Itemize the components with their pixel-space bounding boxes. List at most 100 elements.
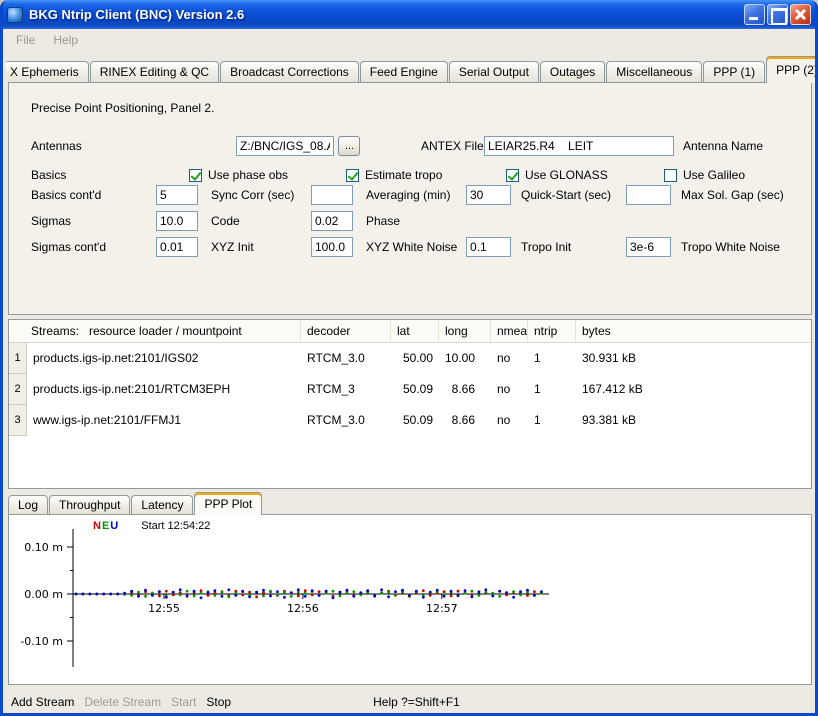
tab-ppp-plot[interactable]: PPP Plot xyxy=(194,492,262,515)
svg-text:12:56: 12:56 xyxy=(287,602,319,615)
cell-decoder: RTCM_3.0 xyxy=(301,343,391,374)
tab-throughput[interactable]: Throughput xyxy=(49,495,130,514)
cell-ntrip: 1 xyxy=(528,374,576,405)
xyz-init-label: XYZ Init xyxy=(211,237,254,257)
tab-outages[interactable]: Outages xyxy=(540,61,605,82)
use-phase-obs-label: Use phase obs xyxy=(208,168,288,182)
top-tab-bar: X Ephemeris RINEX Editing & QC Broadcast… xyxy=(8,56,812,82)
cell-ntrip: 1 xyxy=(528,343,576,374)
header-decoder: decoder xyxy=(301,320,391,342)
app-icon xyxy=(7,7,23,23)
averaging-label: Averaging (min) xyxy=(366,185,450,205)
xyz-white-noise-label: XYZ White Noise xyxy=(366,237,457,257)
cell-lat: 50.09 xyxy=(391,374,439,405)
row-number: 3 xyxy=(9,405,27,436)
use-phase-obs-checkbox[interactable] xyxy=(189,169,202,182)
stream-row[interactable]: 3 www.igs-ip.net:2101/FFMJ1 RTCM_3.0 50.… xyxy=(9,405,811,436)
tab-ppp-1[interactable]: PPP (1) xyxy=(703,61,765,82)
cell-bytes: 30.931 kB xyxy=(576,343,811,374)
sync-corr-input[interactable] xyxy=(156,185,198,205)
window-title: BKG Ntrip Client (BNC) Version 2.6 xyxy=(29,7,742,22)
header-bytes: bytes xyxy=(576,320,811,342)
bnc-window: BKG Ntrip Client (BNC) Version 2.6 File … xyxy=(0,0,818,716)
status-bar: Add Stream Delete Stream Start Stop Help… xyxy=(8,691,810,713)
header-ntrip: ntrip xyxy=(528,320,576,342)
start-button[interactable]: Start xyxy=(171,695,196,709)
cell-long: 10.00 xyxy=(439,343,491,374)
tab-broadcast-corrections[interactable]: Broadcast Corrections xyxy=(220,61,359,82)
sigmas-label: Sigmas xyxy=(31,211,71,231)
use-galileo-checkbox[interactable] xyxy=(664,169,677,182)
tab-serial-output[interactable]: Serial Output xyxy=(449,61,539,82)
header-lat: lat xyxy=(391,320,439,342)
stream-row[interactable]: 2 products.igs-ip.net:2101/RTCM3EPH RTCM… xyxy=(9,374,811,405)
sigma-code-label: Code xyxy=(211,211,240,231)
sigma-code-input[interactable] xyxy=(156,211,198,231)
menu-help[interactable]: Help xyxy=(44,31,87,49)
cell-mountpoint: products.igs-ip.net:2101/IGS02 xyxy=(27,343,301,374)
cell-nmea: no xyxy=(491,343,528,374)
estimate-tropo-checkbox[interactable] xyxy=(346,169,359,182)
header-mountpoint: Streams: resource loader / mountpoint xyxy=(9,320,301,342)
tab-feed-engine[interactable]: Feed Engine xyxy=(360,61,448,82)
title-bar[interactable]: BKG Ntrip Client (BNC) Version 2.6 xyxy=(0,0,818,29)
stream-row[interactable]: 1 products.igs-ip.net:2101/IGS02 RTCM_3.… xyxy=(9,343,811,374)
antex-file-input[interactable] xyxy=(484,136,674,156)
tab-log[interactable]: Log xyxy=(8,495,48,514)
svg-text:0.00 m: 0.00 m xyxy=(24,588,63,601)
use-glonass-label: Use GLONASS xyxy=(525,168,608,182)
streams-table-header: Streams: resource loader / mountpoint de… xyxy=(9,320,811,343)
tropo-white-noise-label: Tropo White Noise xyxy=(681,237,780,257)
max-sol-gap-label: Max Sol. Gap (sec) xyxy=(681,185,784,205)
quick-start-input[interactable] xyxy=(466,185,511,205)
xyz-init-input[interactable] xyxy=(156,237,198,257)
use-galileo-label: Use Galileo xyxy=(683,168,745,182)
header-nmea: nmea xyxy=(491,320,528,342)
xyz-white-noise-input[interactable] xyxy=(311,237,353,257)
use-glonass-group: Use GLONASS xyxy=(506,167,608,183)
antex-browse-button[interactable]: ... xyxy=(338,136,360,156)
cell-decoder: RTCM_3.0 xyxy=(301,405,391,436)
basics-label: Basics xyxy=(31,165,66,185)
ppp-plot-panel: N E U Start 12:54:22 0.10 m0.00 m-0.10 m… xyxy=(8,514,812,685)
tropo-init-input[interactable] xyxy=(466,237,511,257)
tab-ppp-2[interactable]: PPP (2) xyxy=(766,56,818,83)
sync-corr-label: Sync Corr (sec) xyxy=(211,185,294,205)
tropo-init-label: Tropo Init xyxy=(521,237,571,257)
cell-decoder: RTCM_3 xyxy=(301,374,391,405)
stop-button[interactable]: Stop xyxy=(206,695,231,709)
delete-stream-button[interactable]: Delete Stream xyxy=(84,695,161,709)
antennas-input[interactable] xyxy=(236,136,334,156)
cell-ntrip: 1 xyxy=(528,405,576,436)
tropo-white-noise-input[interactable] xyxy=(626,237,671,257)
row-number: 1 xyxy=(9,343,27,374)
cell-mountpoint: products.igs-ip.net:2101/RTCM3EPH xyxy=(27,374,301,405)
cell-nmea: no xyxy=(491,374,528,405)
sigma-phase-label: Phase xyxy=(366,211,400,231)
row-number: 2 xyxy=(9,374,27,405)
estimate-tropo-group: Estimate tropo xyxy=(346,167,442,183)
bottom-tab-bar: Log Throughput Latency PPP Plot xyxy=(8,492,812,514)
close-button[interactable] xyxy=(790,4,811,25)
minimize-button[interactable] xyxy=(744,4,765,25)
use-glonass-checkbox[interactable] xyxy=(506,169,519,182)
use-galileo-group: Use Galileo xyxy=(664,167,745,183)
cell-lat: 50.09 xyxy=(391,405,439,436)
tab-miscellaneous[interactable]: Miscellaneous xyxy=(606,61,702,82)
quick-start-label: Quick-Start (sec) xyxy=(521,185,611,205)
menu-file[interactable]: File xyxy=(7,31,44,49)
add-stream-button[interactable]: Add Stream xyxy=(11,695,74,709)
sigma-phase-input[interactable] xyxy=(311,211,353,231)
tab-rinex-ephemeris[interactable]: X Ephemeris xyxy=(6,61,89,82)
maximize-button[interactable] xyxy=(767,4,788,25)
help-shortcut-label: Help ?=Shift+F1 xyxy=(373,695,460,709)
tab-latency[interactable]: Latency xyxy=(131,495,193,514)
antenna-name-label: Antenna Name xyxy=(683,136,763,156)
use-phase-obs-group: Use phase obs xyxy=(189,167,288,183)
cell-long: 8.66 xyxy=(439,374,491,405)
panel-heading: Precise Point Positioning, Panel 2. xyxy=(31,101,214,115)
svg-text:0.10 m: 0.10 m xyxy=(24,541,63,554)
max-sol-gap-input[interactable] xyxy=(626,185,671,205)
averaging-input[interactable] xyxy=(311,185,353,205)
tab-rinex-editing-qc[interactable]: RINEX Editing & QC xyxy=(90,61,219,82)
